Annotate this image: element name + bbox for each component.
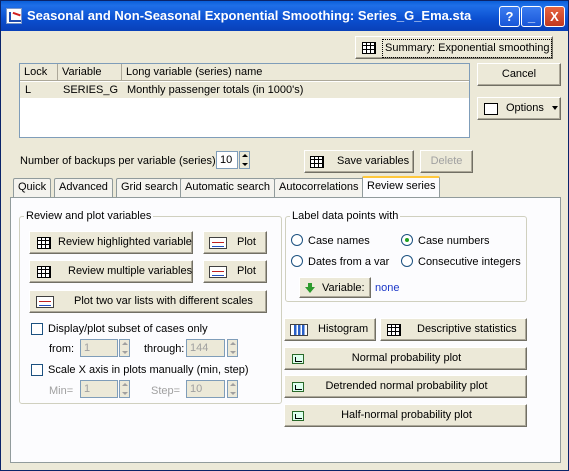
- normal-probability-button[interactable]: Normal probability plot: [284, 347, 527, 370]
- plot-label: Plot: [237, 265, 256, 277]
- backups-spinner[interactable]: [239, 151, 250, 169]
- cell-variable: SERIES_G: [63, 84, 119, 96]
- label-points-group: Label data points with Case names Case n…: [285, 210, 527, 302]
- through-spinner[interactable]: [227, 339, 238, 357]
- review-highlighted-button[interactable]: Review highlighted variable: [29, 231, 193, 254]
- tab-automatic-search[interactable]: Automatic search: [180, 178, 275, 197]
- normal-probability-label: Normal probability plot: [351, 352, 462, 364]
- options-button[interactable]: Options: [477, 97, 561, 120]
- save-variables-button[interactable]: Save variables: [304, 150, 414, 173]
- through-label: through:: [144, 343, 185, 355]
- backups-input[interactable]: 10: [216, 151, 238, 169]
- review-series-panel: Review and plot variables Review highlig…: [10, 197, 561, 463]
- col-header-long-name: Long variable (series) name: [126, 66, 263, 78]
- close-button[interactable]: X: [544, 6, 565, 27]
- through-input[interactable]: 144: [186, 339, 225, 357]
- descriptive-statistics-button[interactable]: Descriptive statistics: [380, 318, 527, 341]
- delete-button[interactable]: Delete: [420, 150, 473, 173]
- chevron-down-icon: [552, 106, 558, 111]
- half-normal-label: Half-normal probability plot: [341, 409, 472, 421]
- title-bar[interactable]: Seasonal and Non-Seasonal Exponential Sm…: [1, 1, 568, 31]
- detrended-normal-label: Detrended normal probability plot: [325, 380, 488, 392]
- backups-label: Number of backups per variable (series):: [20, 155, 219, 167]
- step-label: Step=: [151, 385, 181, 397]
- tab-autocorrelations[interactable]: Autocorrelations: [274, 178, 364, 197]
- dates-from-var-radio[interactable]: [291, 255, 303, 267]
- case-numbers-radio[interactable]: [401, 234, 413, 246]
- descriptive-statistics-label: Descriptive statistics: [417, 323, 517, 335]
- plot-two-lists-label: Plot two var lists with different scales: [74, 295, 253, 307]
- from-label: from:: [49, 343, 75, 355]
- options-icon: [484, 103, 498, 115]
- label-points-title: Label data points with: [290, 210, 401, 223]
- col-header-variable: Variable: [58, 64, 122, 81]
- table-icon: [362, 42, 376, 54]
- plot-icon: [209, 266, 227, 278]
- consecutive-integers-label: Consecutive integers: [418, 256, 521, 268]
- label-variable-value: none: [375, 282, 400, 294]
- tab-grid-search[interactable]: Grid search: [116, 178, 183, 197]
- cancel-button[interactable]: Cancel: [477, 63, 561, 86]
- detrended-normal-button[interactable]: Detrended normal probability plot: [284, 375, 527, 398]
- save-variables-label: Save variables: [337, 155, 410, 167]
- tab-quick[interactable]: Quick: [13, 178, 52, 197]
- consecutive-integers-radio[interactable]: [401, 255, 413, 267]
- label-variable-button[interactable]: Variable:: [299, 277, 371, 298]
- plot-two-lists-button[interactable]: Plot two var lists with different scales: [29, 290, 267, 313]
- summary-button-label: Summary: Exponential smoothing: [382, 39, 553, 58]
- variable-list[interactable]: Lock Variable Long variable (series) nam…: [19, 63, 470, 138]
- histogram-label: Histogram: [318, 323, 369, 335]
- help-button[interactable]: ?: [499, 6, 520, 27]
- histogram-button[interactable]: Histogram: [284, 318, 376, 341]
- review-multiple-button[interactable]: Review multiple variables: [29, 260, 193, 283]
- review-plot-group: Review and plot variables Review highlig…: [19, 210, 282, 404]
- table-icon: [387, 324, 401, 336]
- plot-highlighted-button[interactable]: Plot: [203, 231, 267, 254]
- case-names-radio[interactable]: [291, 234, 303, 246]
- options-label: Options: [506, 102, 544, 114]
- dialog-window: Seasonal and Non-Seasonal Exponential Sm…: [0, 0, 569, 471]
- list-item[interactable]: L SERIES_G Monthly passenger totals (in …: [20, 82, 469, 98]
- subset-label: Display/plot subset of cases only: [48, 323, 208, 335]
- from-spinner[interactable]: [119, 339, 130, 357]
- from-input[interactable]: 1: [80, 339, 118, 357]
- table-icon: [37, 266, 51, 278]
- app-icon: [6, 8, 22, 24]
- step-spinner[interactable]: [227, 380, 238, 398]
- min-spinner[interactable]: [119, 380, 130, 398]
- plot-icon: [36, 296, 54, 308]
- plot-label: Plot: [237, 236, 256, 248]
- list-header: Lock Variable Long variable (series) nam…: [20, 64, 469, 81]
- cell-long-name: Monthly passenger totals (in 1000's): [127, 84, 304, 96]
- cell-lock: L: [25, 84, 32, 96]
- step-input[interactable]: 10: [186, 380, 225, 398]
- histogram-icon: [290, 324, 308, 336]
- plot-multiple-button[interactable]: Plot: [203, 260, 267, 283]
- save-table-icon: [310, 156, 324, 168]
- min-input[interactable]: 1: [80, 380, 118, 398]
- tab-review-series[interactable]: Review series: [362, 176, 441, 198]
- case-names-label: Case names: [308, 235, 370, 247]
- review-highlighted-label: Review highlighted variable: [58, 236, 192, 248]
- col-header-lock: Lock: [20, 64, 58, 81]
- min-label: Min=: [49, 385, 74, 397]
- dates-from-var-label: Dates from a var: [308, 256, 390, 268]
- table-icon: [37, 237, 51, 249]
- scale-x-label: Scale X axis in plots manually (min, ste…: [48, 364, 249, 376]
- plot-icon: [209, 237, 227, 249]
- half-normal-button[interactable]: Half-normal probability plot: [284, 404, 527, 427]
- subset-checkbox[interactable]: [31, 323, 43, 335]
- tab-advanced[interactable]: Advanced: [54, 178, 113, 197]
- review-multiple-label: Review multiple variables: [68, 265, 193, 277]
- case-numbers-label: Case numbers: [418, 235, 490, 247]
- minimize-button[interactable]: _: [521, 6, 542, 27]
- arrow-down-icon: [305, 283, 315, 293]
- scale-x-checkbox[interactable]: [31, 364, 43, 376]
- label-variable-text: Variable:: [322, 282, 365, 294]
- summary-button[interactable]: Summary: Exponential smoothing: [355, 36, 553, 59]
- window-title: Seasonal and Non-Seasonal Exponential Sm…: [27, 8, 472, 23]
- review-group-title: Review and plot variables: [24, 210, 154, 223]
